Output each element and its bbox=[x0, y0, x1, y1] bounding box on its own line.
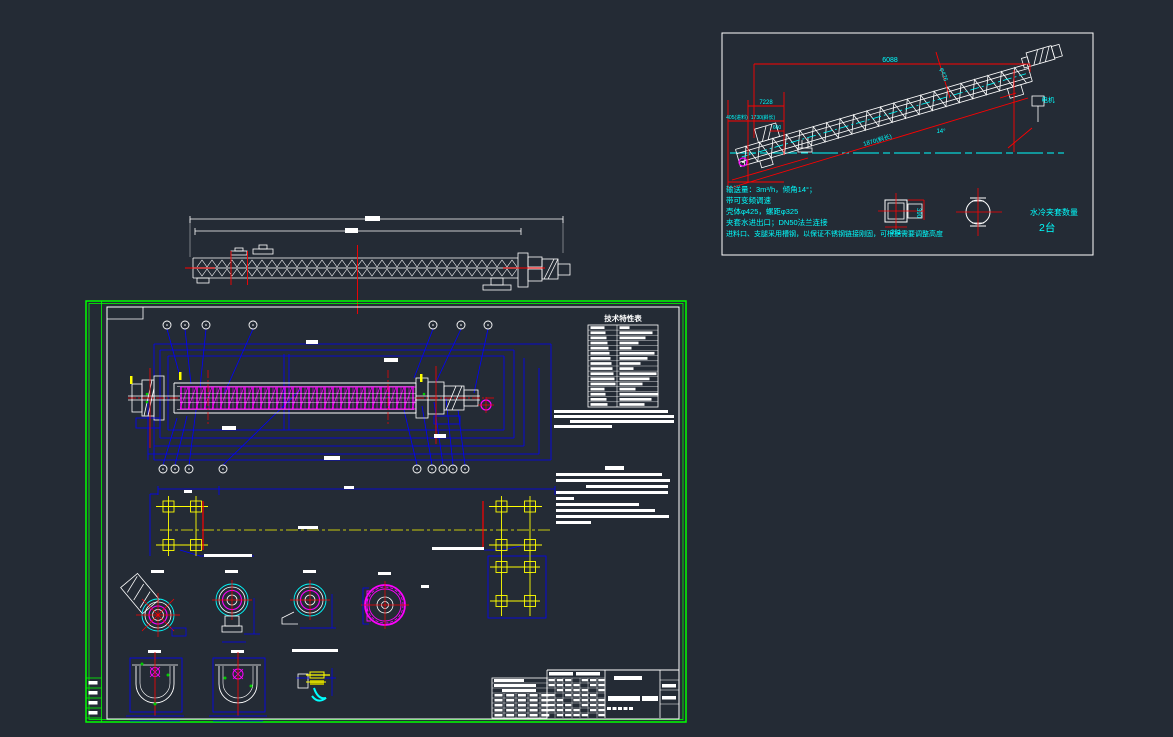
hose-curve bbox=[312, 688, 326, 701]
jacket-qty: 2台 bbox=[1039, 221, 1055, 234]
jacket-label: 水冷夹套数量 bbox=[1030, 207, 1078, 217]
section-nozzle-detail bbox=[296, 668, 336, 701]
drive-motor bbox=[1026, 46, 1055, 67]
drawing-title-blob bbox=[608, 696, 640, 701]
dim-left-top: 7228 bbox=[759, 100, 773, 106]
dim-text-blob bbox=[345, 228, 358, 233]
tech-table-title: 技术特性表 bbox=[604, 313, 642, 323]
main-assembly-view bbox=[128, 321, 551, 473]
casing bbox=[193, 245, 518, 290]
dim-overall: 6088 bbox=[882, 57, 898, 64]
dim-slope: 1870(斜长) bbox=[862, 132, 892, 148]
section-trough-2 bbox=[209, 652, 267, 721]
drive-end-assembly bbox=[416, 366, 494, 444]
section-views bbox=[121, 570, 429, 721]
dim-shell: φ426 bbox=[938, 67, 948, 83]
plan-view bbox=[150, 486, 555, 618]
anchor-bolts-left bbox=[156, 496, 208, 556]
motor-label: 电机 bbox=[1042, 95, 1056, 104]
tail-end-assembly bbox=[128, 368, 182, 448]
spec-line-5: 进料口、支腿采用槽钢，以保证不锈钢链接刚固，可根据需要调整高度 bbox=[726, 229, 943, 238]
titleblock-name-area bbox=[605, 670, 679, 718]
zone-marker bbox=[107, 307, 143, 319]
table-footnotes bbox=[554, 410, 674, 428]
technical-notes bbox=[556, 466, 670, 524]
incline-conveyor-drawing[interactable]: 6088 7228 405(进料) 1730(斜长) 600 φ426 1870… bbox=[718, 30, 1098, 258]
plan-labels bbox=[184, 486, 484, 557]
dim-angle: 14° bbox=[936, 129, 946, 135]
cad-model-space[interactable]: 6088 7228 405(进料) 1730(斜长) 600 φ426 1870… bbox=[0, 0, 1173, 737]
title-block bbox=[492, 670, 679, 718]
round-flange-detail bbox=[956, 188, 1002, 236]
section-inlet bbox=[121, 573, 186, 637]
titleblock-grid bbox=[547, 670, 605, 718]
tech-table: 技术特性表 bbox=[588, 313, 659, 407]
truss-conveyor bbox=[732, 40, 1070, 176]
section-bearing bbox=[212, 580, 260, 642]
dim-text-blob bbox=[365, 216, 380, 221]
drive-assembly bbox=[518, 253, 570, 287]
dim-600: 600 bbox=[773, 125, 782, 131]
section-labels bbox=[148, 570, 429, 653]
spec-line-1: 输送量：3m³/h，倾角14°； bbox=[726, 184, 817, 194]
anchor-bolts-tensioner bbox=[490, 556, 540, 616]
discharge-chute bbox=[1007, 85, 1023, 99]
section-bracket bbox=[282, 580, 336, 628]
flange-dim-side: 390 bbox=[915, 208, 921, 219]
tensioner-outline bbox=[488, 556, 546, 618]
balloon-dot bbox=[742, 161, 744, 163]
dim-feed: 405(进料) bbox=[726, 114, 748, 121]
spec-line-2: 带可变频调速 bbox=[726, 195, 771, 205]
spec-line-4: 夹套水进出口；DN50法兰连接 bbox=[726, 217, 828, 227]
dim-pitch: 1730(斜长) bbox=[751, 114, 776, 121]
section-jacket bbox=[361, 581, 409, 629]
assembly-drawing-sheet[interactable]: 技术特性表 bbox=[84, 298, 690, 728]
spec-line-3: 壳体φ425，螺距φ325 bbox=[726, 206, 798, 216]
bom-table bbox=[492, 678, 549, 718]
screw-casing bbox=[174, 383, 416, 413]
section-trough-1 bbox=[126, 652, 184, 721]
